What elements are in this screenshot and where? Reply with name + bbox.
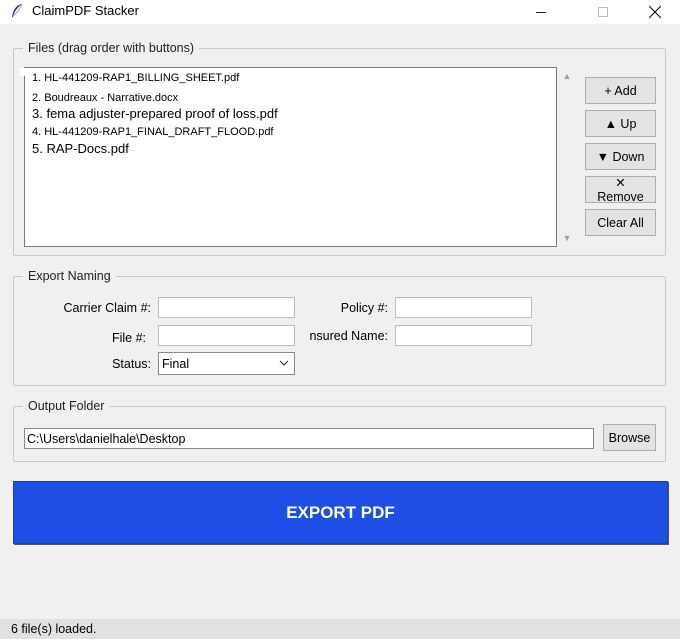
list-item[interactable]: 1. HL-441209-RAP1_BILLING_SHEET.pdf [32, 72, 239, 84]
minimize-icon [536, 11, 546, 13]
files-group-label: Files (drag order with buttons) [23, 41, 200, 55]
status-select[interactable]: Final [158, 352, 295, 375]
minimize-button[interactable] [518, 0, 564, 24]
status-label: Status: [112, 357, 151, 371]
up-button[interactable]: ▲ Up [585, 110, 656, 137]
scroll-up-arrow-icon[interactable]: ▲ [561, 71, 573, 81]
output-path-value: C:\Users\danielhale\Desktop [27, 431, 186, 446]
close-icon [649, 6, 661, 18]
carrier-claim-input[interactable] [158, 297, 295, 318]
export-naming-label: Export Naming [23, 269, 116, 283]
list-item[interactable]: 4. HL-441209-RAP1_FINAL_DRAFT_FLOOD.pdf [32, 126, 274, 138]
policy-input[interactable] [395, 297, 532, 318]
file-number-input[interactable] [158, 325, 295, 346]
scroll-down-arrow-icon[interactable]: ▼ [561, 233, 573, 243]
carrier-claim-label: Carrier Claim #: [63, 301, 151, 315]
chevron-down-icon [279, 360, 289, 366]
file-listbox[interactable]: 1. HL-441209-RAP1_BILLING_SHEET.pdf 2. B… [20, 67, 557, 247]
feather-icon [12, 3, 23, 17]
window-title: ClaimPDF Stacker [32, 3, 139, 18]
list-item[interactable]: 2. Boudreaux - Narrative.docx [32, 92, 178, 104]
title-bar: ClaimPDF Stacker [0, 0, 680, 24]
export-pdf-button[interactable]: EXPORT PDF [13, 481, 668, 544]
list-item[interactable]: 5. RAP-Docs.pdf [32, 141, 129, 156]
down-button[interactable]: ▼ Down [585, 143, 656, 170]
close-button[interactable] [632, 0, 678, 24]
remove-button[interactable]: ✕ Remove [585, 176, 656, 204]
maximize-button[interactable] [580, 0, 626, 24]
add-button[interactable]: + Add [585, 77, 656, 104]
policy-label: Policy #: [340, 301, 388, 315]
output-path-input[interactable]: C:\Users\danielhale\Desktop [24, 428, 594, 449]
status-bar: 6 file(s) loaded. [0, 619, 680, 639]
insured-name-label: nsured Name: [309, 329, 388, 343]
browse-button[interactable]: Browse [603, 424, 656, 451]
clear-all-button[interactable]: Clear All [585, 209, 656, 236]
file-number-label: File #: [111, 331, 146, 345]
insured-name-input[interactable] [395, 325, 532, 346]
maximize-icon [598, 7, 608, 17]
output-folder-label: Output Folder [23, 399, 110, 413]
status-selected-value: Final [162, 356, 190, 371]
list-item[interactable]: 3. fema adjuster-prepared proof of loss.… [32, 106, 278, 121]
status-text: 6 file(s) loaded. [11, 622, 97, 636]
listbox-focus-patch [20, 68, 32, 76]
